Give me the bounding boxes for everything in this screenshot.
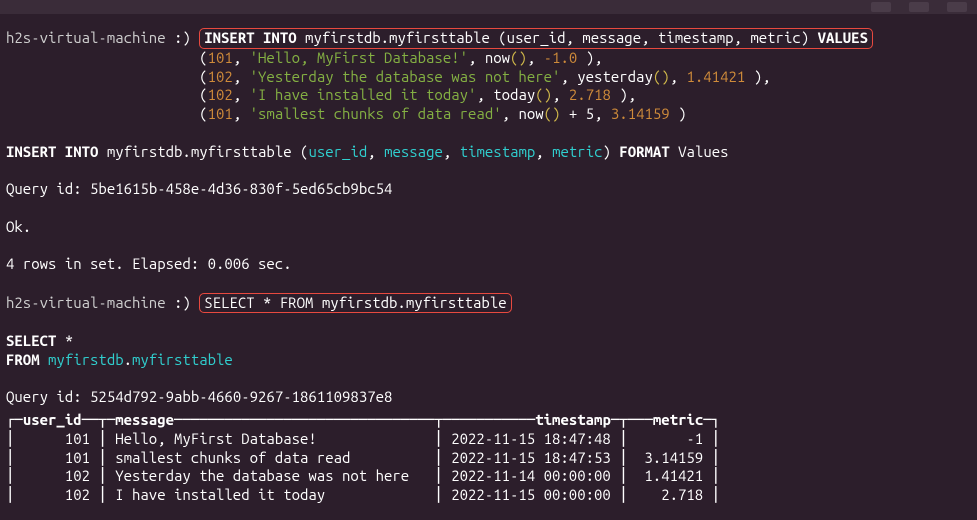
window-max-button[interactable] xyxy=(909,2,929,12)
comma: , xyxy=(233,105,250,122)
window-min-button[interactable] xyxy=(871,2,891,12)
window-close-button[interactable] xyxy=(947,2,967,12)
echo-values-kw: Values xyxy=(678,143,728,160)
parens: () xyxy=(535,86,552,103)
result-table: ┌─user_id──┬─message────────────────────… xyxy=(6,411,971,505)
window-title-bar xyxy=(0,0,977,14)
query2-label: Query id: xyxy=(6,388,82,405)
echo-star: * xyxy=(65,332,73,349)
open: ( xyxy=(199,105,207,122)
row3-id: 102 xyxy=(208,86,233,103)
comma: , xyxy=(670,68,687,85)
row4-metric: 3.14159 xyxy=(611,105,670,122)
comma: , xyxy=(641,29,658,46)
row2-fn: yesterday xyxy=(577,68,653,85)
comma: , xyxy=(565,29,582,46)
comma: , xyxy=(560,68,577,85)
prompt-smiley-2: :) xyxy=(174,294,191,311)
values-kw: VALUES xyxy=(818,29,868,46)
echo-col-message: message xyxy=(384,143,443,160)
comma: , xyxy=(367,143,384,160)
close: ) xyxy=(678,105,686,122)
col-user-id: user_id xyxy=(507,29,566,46)
query1-rows: 4 rows in set. Elapsed: 0.006 sec. xyxy=(6,255,292,272)
window-controls xyxy=(871,2,967,12)
prompt-host: h2s-virtual-machine xyxy=(6,29,166,46)
open: ( xyxy=(199,86,207,103)
col-metric: metric xyxy=(750,29,800,46)
close-comma: ), xyxy=(754,68,771,85)
query1-ok: Ok. xyxy=(6,218,31,235)
plus5: + 5 xyxy=(569,105,594,122)
echo-from-kw: FROM xyxy=(6,351,40,368)
row1-fn: now xyxy=(485,49,510,66)
parens: () xyxy=(510,49,527,66)
open-paren: ( xyxy=(498,29,506,46)
comma: , xyxy=(233,68,250,85)
close-paren: ) xyxy=(801,29,809,46)
close-comma: ), xyxy=(619,86,636,103)
select-cmd-text: SELECT * FROM myfirstdb.myfirsttable xyxy=(204,294,506,311)
echo-select-kw: SELECT xyxy=(6,332,56,349)
comma: , xyxy=(476,86,493,103)
comma: , xyxy=(594,105,611,122)
comma: , xyxy=(443,143,460,160)
echo-dot: . xyxy=(124,351,132,368)
col-timestamp: timestamp xyxy=(658,29,734,46)
echo-insert-into: INSERT INTO xyxy=(6,143,98,160)
row4-msg: 'smallest chunks of data read' xyxy=(250,105,502,122)
comma: , xyxy=(468,49,485,66)
col-message: message xyxy=(582,29,641,46)
prompt-smiley: :) xyxy=(174,29,191,46)
row2-metric: 1.41421 xyxy=(686,68,745,85)
comma: , xyxy=(527,49,544,66)
row2-msg: 'Yesterday the database was not here' xyxy=(250,68,561,85)
comma: , xyxy=(233,49,250,66)
echo-db: myfirstdb xyxy=(48,351,124,368)
highlight-select-cmd: SELECT * FROM myfirstdb.myfirsttable xyxy=(199,293,511,314)
query1-label: Query id: xyxy=(6,180,82,197)
terminal-area[interactable]: h2s-virtual-machine :) INSERT INTO myfir… xyxy=(0,14,977,511)
row1-msg: 'Hello, MyFirst Database!' xyxy=(250,49,468,66)
terminal-line-insert: h2s-virtual-machine :) INSERT INTO myfir… xyxy=(6,28,971,407)
comma: , xyxy=(502,105,519,122)
open: ( xyxy=(199,49,207,66)
echo-table: myfirsttable xyxy=(132,351,233,368)
query1-id: 5be1615b-458e-4d36-830f-5ed65cb9bc54 xyxy=(90,180,392,197)
close-paren: ) xyxy=(603,143,611,160)
echo-col-user-id: user_id xyxy=(308,143,367,160)
query2-id: 5254d792-9abb-4660-9267-1861109837e8 xyxy=(90,388,392,405)
row3-metric: 2.718 xyxy=(569,86,611,103)
echo-format-kw: FORMAT xyxy=(619,143,669,160)
echo-db-table: myfirstdb.myfirsttable xyxy=(107,143,292,160)
parens: () xyxy=(653,68,670,85)
open: ( xyxy=(199,68,207,85)
comma: , xyxy=(552,86,569,103)
parens: () xyxy=(544,105,561,122)
highlight-insert-cmd: INSERT INTO myfirstdb.myfirsttable (user… xyxy=(199,28,873,49)
db-table: myfirstdb.myfirsttable xyxy=(305,29,490,46)
comma: , xyxy=(734,29,751,46)
echo-col-timestamp: timestamp xyxy=(460,143,536,160)
prompt-host-2: h2s-virtual-machine xyxy=(6,294,166,311)
row4-fn: now xyxy=(518,105,543,122)
row1-id: 101 xyxy=(208,49,233,66)
comma: , xyxy=(535,143,552,160)
row3-fn: today xyxy=(493,86,535,103)
row3-msg: 'I have installed it today' xyxy=(250,86,477,103)
row2-id: 102 xyxy=(208,68,233,85)
echo-col-metric: metric xyxy=(552,143,602,160)
comma: , xyxy=(233,86,250,103)
row1-metric: -1.0 xyxy=(544,49,578,66)
close-comma: ), xyxy=(586,49,603,66)
row4-id: 101 xyxy=(208,105,233,122)
insert-into-kw: INSERT INTO xyxy=(204,29,296,46)
